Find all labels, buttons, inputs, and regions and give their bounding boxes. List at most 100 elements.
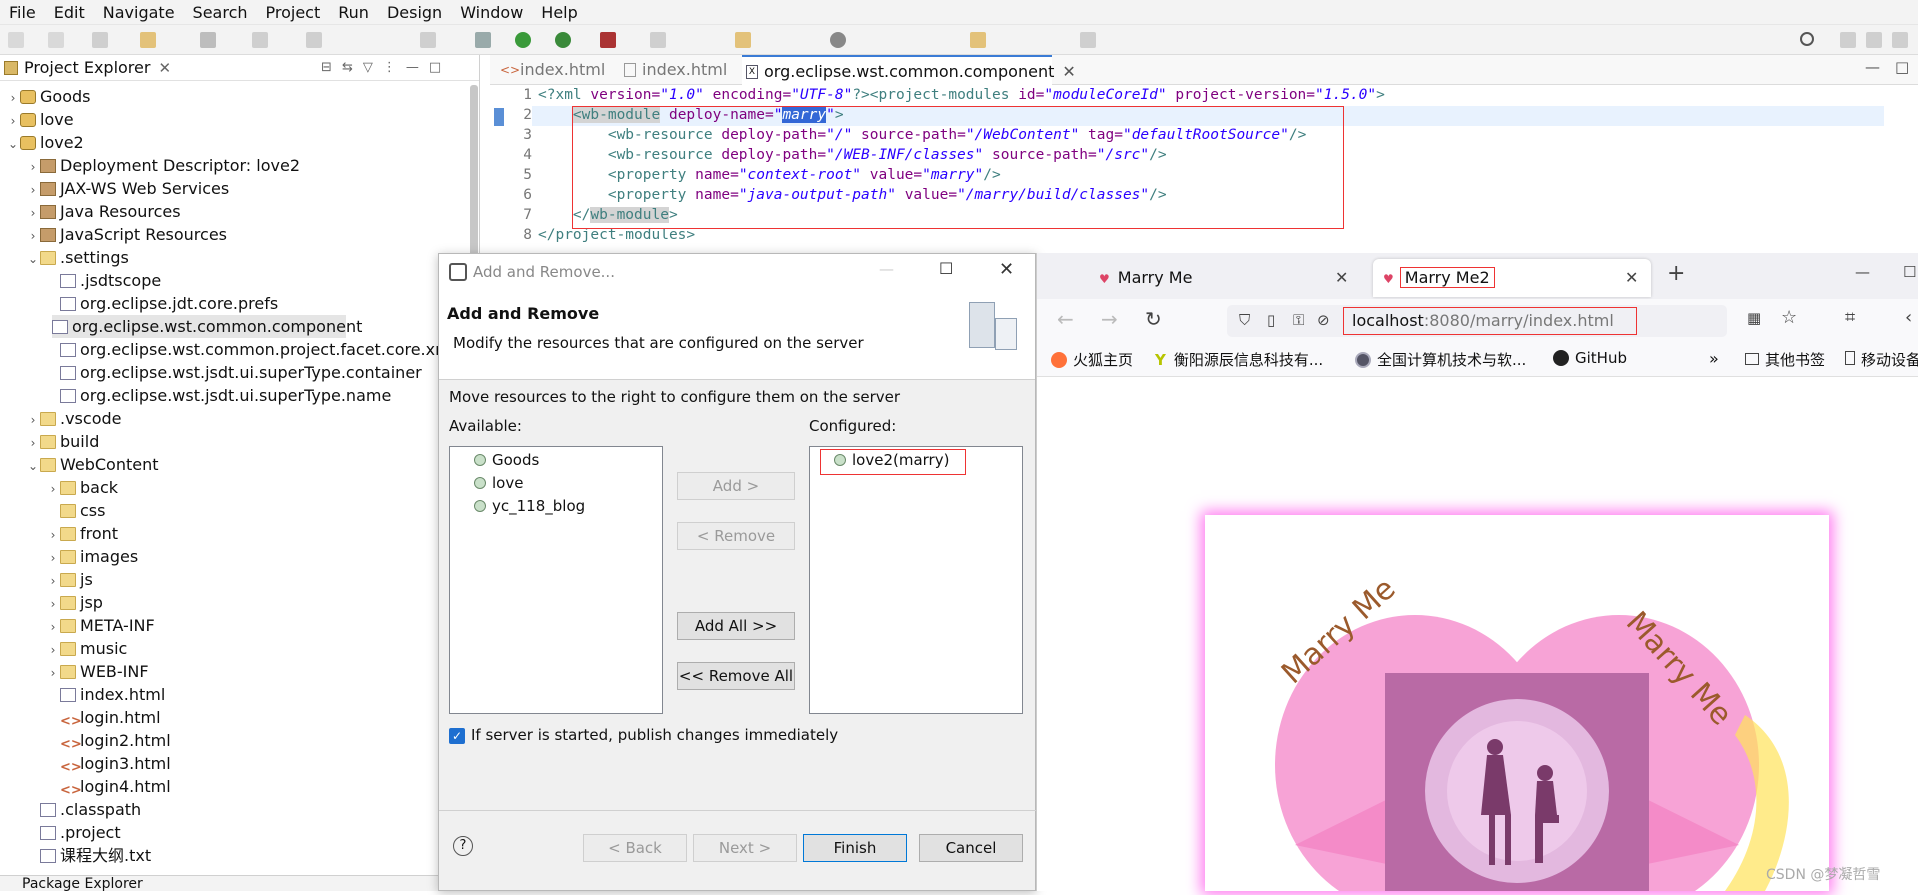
remove-all-button[interactable]: << Remove All	[677, 662, 795, 690]
add-all-button[interactable]: Add All >>	[677, 612, 795, 640]
new-server-icon[interactable]	[650, 32, 666, 48]
tree-item[interactable]: › images	[0, 545, 139, 570]
finish-button[interactable]: Finish	[803, 834, 907, 862]
back-button[interactable]: < Back	[583, 834, 687, 862]
close-tab-icon[interactable]: ✕	[1335, 259, 1348, 297]
run-external-icon[interactable]	[555, 32, 571, 48]
tree-item[interactable]: › js	[0, 568, 93, 591]
forward-icon[interactable]: →	[1101, 307, 1118, 331]
tree-item[interactable]: › jsp	[0, 591, 103, 614]
help-icon[interactable]: ?	[453, 836, 473, 856]
bookmark-folder[interactable]: 其他书签	[1745, 349, 1825, 370]
open-type-icon[interactable]	[140, 32, 156, 48]
expand-arrow-icon[interactable]: ›	[46, 570, 60, 593]
tree-item[interactable]: .jsdtscope	[0, 269, 161, 292]
tree-item[interactable]: css	[0, 499, 105, 522]
expand-arrow-icon[interactable]: ›	[6, 110, 20, 133]
menu-project[interactable]: Project	[257, 3, 330, 22]
tree-item[interactable]: › love	[0, 108, 74, 131]
dialog-minimize-icon[interactable]: —	[879, 260, 894, 278]
tree-item[interactable]: 课程大纲.txt	[0, 844, 151, 867]
expand-arrow-icon[interactable]: ›	[26, 179, 40, 202]
tree-item[interactable]: .project	[0, 821, 121, 844]
list-item[interactable]: love	[474, 472, 523, 494]
tree-item[interactable]: › WEB-INF	[0, 660, 149, 683]
menu-file[interactable]: File	[0, 3, 45, 22]
bookmark-folder[interactable]: 移动设备	[1845, 349, 1918, 370]
tree-item[interactable]: › Java Resources	[0, 200, 181, 223]
tree-item[interactable]: › JAX-WS Web Services	[0, 177, 230, 202]
bookmark-star-icon[interactable]: ☆	[1781, 307, 1797, 328]
back-nav-icon[interactable]	[970, 32, 986, 48]
perspective-javaee-icon[interactable]	[1866, 32, 1882, 48]
save-icon[interactable]	[92, 32, 108, 48]
list-icon[interactable]	[420, 32, 436, 48]
reload-icon[interactable]: ↻	[1145, 307, 1162, 331]
tree-item[interactable]: › front	[0, 522, 118, 545]
tree-item[interactable]: .classpath	[0, 798, 141, 821]
tree-item[interactable]: › .vscode	[0, 407, 122, 432]
expand-arrow-icon[interactable]: ›	[26, 202, 40, 225]
tree-item[interactable]: › music	[0, 637, 128, 660]
window-minimize-icon[interactable]: —	[1855, 263, 1870, 281]
tree-item[interactable]: <>login3.html	[0, 752, 171, 775]
expand-arrow-icon[interactable]: ›	[46, 478, 60, 501]
tree-item[interactable]: ⌄ love2	[0, 131, 84, 154]
tree-item[interactable]: org.eclipse.wst.jsdt.ui.superType.contai…	[0, 361, 422, 384]
tree-item[interactable]: › META-INF	[0, 614, 155, 637]
perspective-debug-icon[interactable]	[1892, 32, 1908, 48]
editor-maximize-icon[interactable]: □	[1895, 58, 1909, 76]
close-tab-icon[interactable]: ✕	[1625, 259, 1638, 297]
cancel-button[interactable]: Cancel	[919, 834, 1023, 862]
bookmarks-overflow-icon[interactable]: »	[1709, 349, 1719, 368]
close-tab-icon[interactable]: ✕	[1062, 62, 1075, 81]
configured-list[interactable]: love2(marry)	[809, 446, 1023, 714]
expand-arrow-icon[interactable]: ›	[26, 409, 40, 432]
bookmark-item[interactable]: GitHub	[1553, 349, 1627, 367]
perspective-icon[interactable]	[1840, 32, 1856, 48]
list-item[interactable]: yc_118_blog	[474, 495, 585, 517]
debug-step-icon[interactable]	[252, 32, 268, 48]
menu-edit[interactable]: Edit	[45, 3, 94, 22]
console-icon[interactable]	[200, 32, 216, 48]
tree-item[interactable]: <>login.html	[0, 706, 161, 729]
link-editor-icon[interactable]: ⇆	[342, 60, 353, 75]
tree-item[interactable]: › Goods	[0, 85, 91, 108]
expand-arrow-icon[interactable]: ›	[46, 547, 60, 570]
menu-window[interactable]: Window	[451, 3, 532, 22]
tree-item[interactable]: › Deployment Descriptor: love2	[0, 154, 300, 177]
expand-arrow-icon[interactable]: ›	[46, 593, 60, 616]
expand-arrow-icon[interactable]: ›	[46, 524, 60, 547]
expand-arrow-icon[interactable]: ›	[26, 156, 40, 179]
screenshot-icon[interactable]: ⌗	[1845, 307, 1855, 328]
url-bar[interactable]: ⛉ ▯ ⚿ ⊘ localhost:8080/marry/index.html	[1227, 305, 1727, 337]
window-maximize-icon[interactable]: ☐	[1903, 263, 1916, 281]
dialog-maximize-icon[interactable]: ☐	[939, 259, 953, 278]
tab-index-html-1[interactable]: <> index.html	[498, 55, 608, 85]
new-tab-icon[interactable]: +	[1667, 261, 1685, 286]
open-perspective-icon[interactable]	[1080, 32, 1096, 48]
search-icon[interactable]	[1800, 32, 1814, 46]
expand-arrow-icon[interactable]: ›	[46, 616, 60, 639]
dialog-close-icon[interactable]: ✕	[999, 259, 1014, 280]
maximize-icon[interactable]: □	[429, 60, 441, 75]
expand-arrow-icon[interactable]: ⌄	[6, 133, 20, 156]
terminate-icon[interactable]	[306, 32, 322, 48]
tree-item[interactable]: › build	[0, 430, 100, 455]
menu-navigate[interactable]: Navigate	[94, 3, 184, 22]
expand-arrow-icon[interactable]: ›	[46, 662, 60, 685]
menu-design[interactable]: Design	[378, 3, 451, 22]
expand-arrow-icon[interactable]: ⌄	[26, 248, 40, 271]
package-explorer-tab[interactable]: Package Explorer	[0, 875, 480, 892]
tab-index-html-2[interactable]: index.html	[620, 55, 730, 85]
menu-help[interactable]: Help	[532, 3, 586, 22]
open-folder-icon[interactable]	[735, 32, 751, 48]
add-button[interactable]: Add >	[677, 472, 795, 500]
expand-arrow-icon[interactable]: ›	[26, 432, 40, 455]
qr-code-icon[interactable]: ▦	[1747, 309, 1761, 327]
tree-item[interactable]: ⌄ WebContent	[0, 453, 159, 476]
editor-minimize-icon[interactable]: —	[1865, 58, 1880, 76]
next-button[interactable]: Next >	[693, 834, 797, 862]
back-icon[interactable]: ←	[1057, 307, 1074, 331]
remove-button[interactable]: < Remove	[677, 522, 795, 550]
